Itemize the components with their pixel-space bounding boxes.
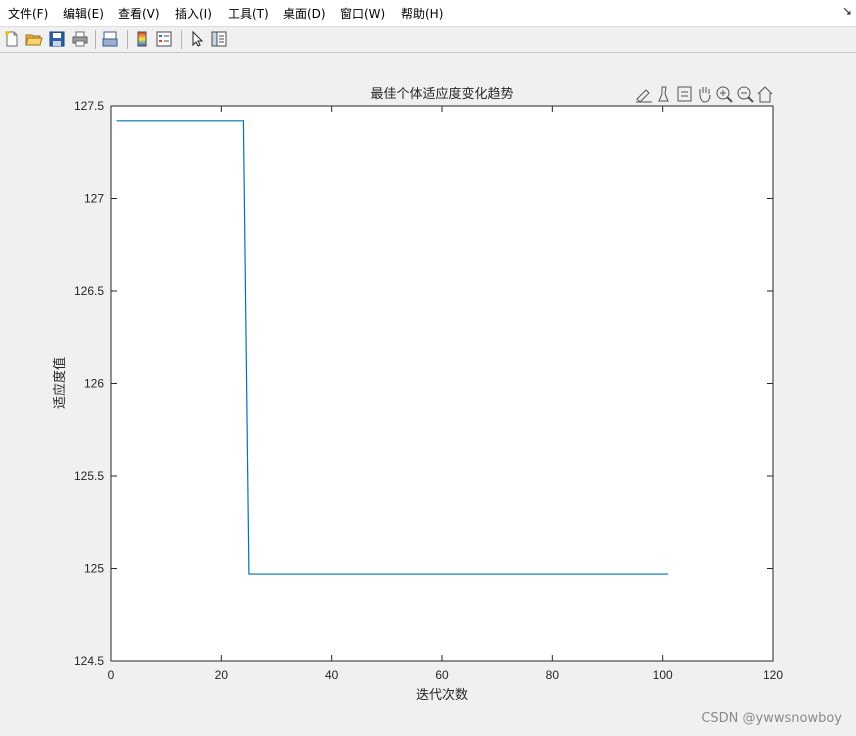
y-tick-label: 125 <box>84 562 104 576</box>
y-tick-label: 127.5 <box>74 99 104 113</box>
menu-insert[interactable]: 插入(I) <box>175 5 212 22</box>
menu-edit[interactable]: 编辑(E) <box>63 5 104 22</box>
chart-title: 最佳个体适应度变化趋势 <box>370 86 513 102</box>
save-icon[interactable] <box>48 30 66 48</box>
x-tick-label: 0 <box>108 668 115 682</box>
menu-bar: 文件(F) 编辑(E) 查看(V) 插入(I) 工具(T) 桌面(D) 窗口(W… <box>0 0 856 27</box>
print-icon[interactable] <box>71 30 89 48</box>
edit-plot-arrow-icon[interactable] <box>188 30 206 48</box>
menu-help[interactable]: 帮助(H) <box>401 5 443 22</box>
y-tick-label: 125.5 <box>74 469 104 483</box>
x-axis-label: 迭代次数 <box>416 687 468 703</box>
restore-layout-icon[interactable] <box>677 86 692 102</box>
axes-toolbar <box>636 86 773 103</box>
watermark: CSDN @ywwsnowboy <box>701 711 842 726</box>
x-tick-label: 80 <box>546 668 560 682</box>
link-plot-icon[interactable] <box>101 30 119 48</box>
menu-window[interactable]: 窗口(W) <box>340 5 385 22</box>
y-tick-label: 124.5 <box>74 654 104 668</box>
toolbar-separator <box>181 30 182 49</box>
property-inspector-icon[interactable] <box>210 30 228 48</box>
x-tick-label: 40 <box>325 668 339 682</box>
menu-view[interactable]: 查看(V) <box>118 5 160 22</box>
y-tick-label: 127 <box>84 192 104 206</box>
insert-legend-icon[interactable] <box>155 30 173 48</box>
pan-hand-icon[interactable] <box>699 87 711 103</box>
insert-colorbar-icon[interactable] <box>133 30 151 48</box>
menu-tools[interactable]: 工具(T) <box>228 5 269 22</box>
brush-edit-icon[interactable] <box>636 89 652 103</box>
menu-desktop[interactable]: 桌面(D) <box>283 5 326 22</box>
new-file-icon[interactable] <box>3 30 21 48</box>
zoom-in-icon[interactable] <box>716 86 733 103</box>
y-tick-label: 126.5 <box>74 284 104 298</box>
x-tick-label: 20 <box>215 668 229 682</box>
dock-figure-icon[interactable]: ↘ <box>842 4 852 18</box>
zoom-out-icon[interactable] <box>737 86 754 103</box>
toolbar-separator <box>95 30 96 49</box>
x-tick-label: 60 <box>435 668 449 682</box>
figure-canvas: 0 20 40 60 80 100 120 124.5 125 125.5 126 126.5 127 1… <box>52 86 783 703</box>
figure-toolbar <box>0 27 856 53</box>
menu-file[interactable]: 文件(F) <box>8 5 48 22</box>
home-icon[interactable] <box>757 86 773 103</box>
y-tick-label: 126 <box>84 377 104 391</box>
x-tick-label: 120 <box>763 668 783 682</box>
axes-box[interactable] <box>110 105 774 662</box>
y-axis-label: 适应度值 <box>52 357 68 409</box>
data-tips-icon[interactable] <box>658 86 669 102</box>
open-folder-icon[interactable] <box>25 30 43 48</box>
x-tick-label: 100 <box>653 668 673 682</box>
toolbar-separator <box>127 30 128 49</box>
